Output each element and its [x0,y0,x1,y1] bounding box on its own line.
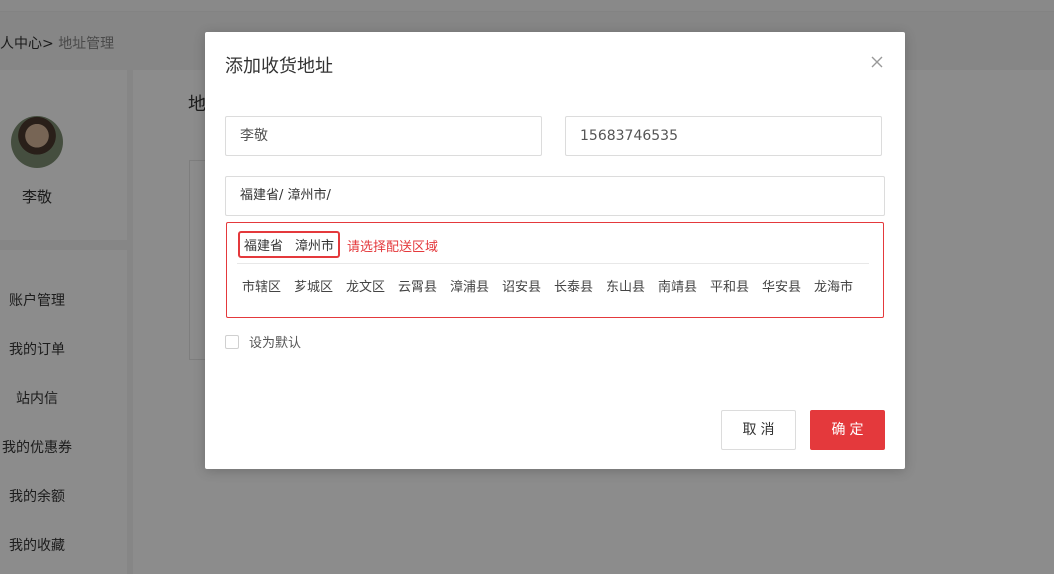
district-option[interactable]: 东山县 [606,276,658,295]
district-option[interactable]: 长泰县 [554,276,606,295]
default-label: 设为默认 [249,336,302,351]
district-list: 市辖区 芗城区 龙文区 云霄县 漳浦县 诏安县 长泰县 东山县 南靖县 平和县 … [242,276,866,295]
cancel-button[interactable]: 取消 [721,410,796,450]
modal-title: 添加收货地址 [225,56,333,77]
close-icon[interactable] [869,54,885,70]
district-option[interactable]: 南靖县 [658,276,710,295]
region-hint: 请选择配送区域 [347,240,439,255]
city-tab[interactable]: 漳州市 [295,235,334,254]
district-option[interactable]: 平和县 [710,276,762,295]
default-checkbox[interactable] [225,334,239,349]
region-field[interactable]: 福建省/ 漳州市/ [225,176,885,216]
default-checkbox-row: 设为默认 [225,332,301,351]
district-option[interactable]: 龙文区 [346,276,398,295]
district-option[interactable]: 龙海市 [814,276,866,295]
district-option[interactable]: 芗城区 [294,276,346,295]
district-option[interactable]: 市辖区 [242,276,294,295]
district-option[interactable]: 云霄县 [398,276,450,295]
selected-region-tags: 福建省 漳州市 [238,231,341,258]
district-option[interactable]: 诏安县 [502,276,554,295]
district-option[interactable]: 漳浦县 [450,276,502,295]
province-tab[interactable]: 福建省 [244,235,283,254]
name-field[interactable]: 李敬 [225,116,542,156]
add-address-modal: 添加收货地址 李敬 15683746535 福建省/ 漳州市/ 福建省 漳州市 … [205,32,905,469]
confirm-button[interactable]: 确定 [810,410,885,450]
phone-field[interactable]: 15683746535 [565,116,882,156]
region-picker: 福建省 漳州市 请选择配送区域 市辖区 芗城区 龙文区 云霄县 漳浦县 诏安县 … [226,222,884,318]
district-option[interactable]: 华安县 [762,276,814,295]
region-divider [237,263,869,264]
